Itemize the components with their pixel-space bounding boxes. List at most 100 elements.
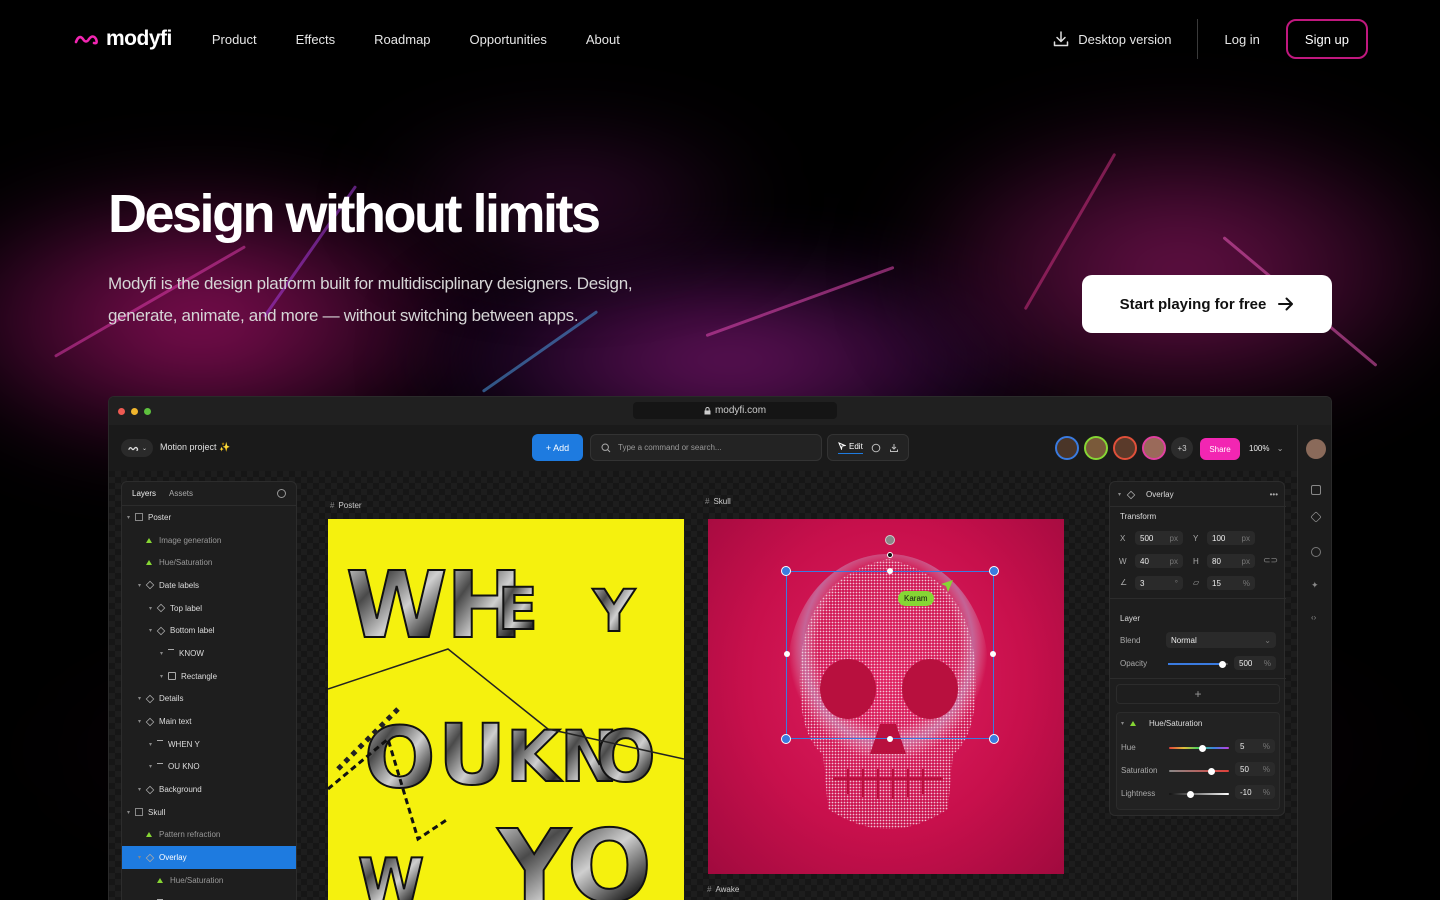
rotation-input[interactable]: 3 °: [1135, 576, 1183, 590]
nav-link-opportunities[interactable]: Opportunities: [470, 32, 547, 47]
layer-row[interactable]: ▾ Top label: [122, 597, 296, 620]
user-avatar[interactable]: [1306, 439, 1326, 459]
caret-icon[interactable]: ▾: [149, 741, 157, 748]
avatar[interactable]: [1055, 436, 1079, 460]
hue-input[interactable]: 5%: [1235, 739, 1275, 753]
minimize-dot[interactable]: [131, 407, 138, 415]
caret-icon[interactable]: ▾: [160, 673, 168, 680]
project-title[interactable]: Motion project ✨: [160, 442, 230, 453]
component-icon[interactable]: [1310, 511, 1322, 523]
login-link[interactable]: Log in: [1224, 32, 1259, 47]
layer-row[interactable]: ▾ Skull: [122, 801, 296, 824]
logo[interactable]: modyfi: [72, 27, 172, 51]
opacity-input[interactable]: 500%: [1234, 656, 1276, 670]
y-input[interactable]: 100 px: [1207, 531, 1255, 545]
export-icon[interactable]: [889, 443, 899, 453]
resize-handle[interactable]: [989, 734, 999, 744]
more-collaborators-badge[interactable]: +3: [1171, 437, 1193, 459]
skull-frame[interactable]: Karam: [708, 519, 1064, 874]
add-effect-button[interactable]: +: [1116, 684, 1280, 704]
avatar[interactable]: [1142, 436, 1166, 460]
comment-icon[interactable]: [871, 443, 881, 453]
height-input[interactable]: 80 px: [1207, 554, 1255, 568]
url-bar[interactable]: modyfi.com: [633, 402, 837, 419]
image-icon[interactable]: [1311, 485, 1321, 495]
caret-icon[interactable]: ▾: [138, 582, 146, 589]
avatar[interactable]: [1113, 436, 1137, 460]
caret-icon[interactable]: ▾: [127, 809, 135, 816]
nav-link-about[interactable]: About: [586, 32, 620, 47]
code-icon[interactable]: ‹›: [1311, 613, 1321, 623]
layer-row[interactable]: ▾ Overlay: [122, 846, 296, 869]
tab-assets[interactable]: Assets: [169, 489, 193, 498]
app-menu-button[interactable]: ⌄: [121, 439, 153, 457]
slider-knob[interactable]: [1198, 744, 1206, 752]
frame-label-awake[interactable]: # Awake: [707, 885, 739, 894]
nav-link-effects[interactable]: Effects: [296, 32, 336, 47]
layer-row[interactable]: Image generation: [122, 529, 296, 552]
tab-layers[interactable]: Layers: [132, 489, 156, 498]
slider-knob[interactable]: [1207, 767, 1215, 775]
edge-handle[interactable]: [887, 568, 893, 574]
hue-slider[interactable]: [1169, 744, 1229, 752]
edge-handle[interactable]: [887, 736, 893, 742]
desktop-version-link[interactable]: Desktop version: [1052, 30, 1171, 48]
poster-frame[interactable]: W H E Y O U K N O YO W: [328, 519, 684, 900]
signup-button[interactable]: Sign up: [1285, 19, 1368, 59]
x-input[interactable]: 500 px: [1135, 531, 1183, 545]
caret-icon[interactable]: ▾: [127, 514, 135, 521]
lightness-slider[interactable]: [1169, 790, 1229, 798]
layer-row[interactable]: ▾ OU KNO: [122, 756, 296, 779]
selection-box[interactable]: [786, 571, 994, 739]
layer-row[interactable]: ▾ Rectangle: [122, 665, 296, 688]
maximize-dot[interactable]: [144, 407, 151, 415]
layer-row[interactable]: ▾ Date labels: [122, 574, 296, 597]
search-icon[interactable]: [277, 489, 286, 498]
slider-knob[interactable]: [1218, 660, 1226, 668]
caret-icon[interactable]: ▾: [160, 650, 168, 657]
skew-input[interactable]: 15%: [1207, 576, 1255, 590]
chevron-down-icon[interactable]: ▾: [1121, 720, 1124, 727]
caret-icon[interactable]: ▾: [149, 763, 157, 770]
layer-row[interactable]: ▾ WHEN Y: [122, 733, 296, 756]
avatar[interactable]: [1084, 436, 1108, 460]
rotate-handle[interactable]: [885, 535, 895, 545]
edge-handle[interactable]: [784, 651, 790, 657]
frame-label-poster[interactable]: # Poster: [330, 501, 362, 510]
opacity-slider[interactable]: [1168, 660, 1228, 668]
edge-handle[interactable]: [990, 651, 996, 657]
nav-link-roadmap[interactable]: Roadmap: [374, 32, 430, 47]
layer-row[interactable]: Pattern refraction: [122, 824, 296, 847]
sparkle-icon[interactable]: ✦: [1311, 580, 1321, 590]
lightness-input[interactable]: -10%: [1235, 785, 1275, 799]
curve-icon[interactable]: [1311, 547, 1321, 557]
chevron-down-icon[interactable]: ▾: [1118, 491, 1121, 498]
frame-label-skull[interactable]: # Skull: [705, 497, 731, 506]
layer-row[interactable]: Hue/Saturation: [122, 869, 296, 892]
edit-mode-button[interactable]: Edit: [838, 442, 863, 454]
layer-row[interactable]: ▾ Bottom label: [122, 619, 296, 642]
link-icon[interactable]: ⊂⊃: [1263, 555, 1278, 566]
layer-row[interactable]: ▾ KNOW: [122, 642, 296, 665]
layer-row[interactable]: ▾ Background: [122, 778, 296, 801]
layer-row[interactable]: Hue/Saturation: [122, 551, 296, 574]
share-button[interactable]: Share: [1200, 438, 1240, 460]
start-playing-button[interactable]: Start playing for free: [1082, 275, 1332, 333]
layer-row[interactable]: ▾Brush: [122, 892, 296, 900]
resize-handle[interactable]: [781, 734, 791, 744]
layer-row[interactable]: ▾ Details: [122, 688, 296, 711]
nav-link-product[interactable]: Product: [212, 32, 257, 47]
command-search-input[interactable]: Type a command or search...: [590, 434, 822, 461]
resize-handle[interactable]: [781, 566, 791, 576]
caret-icon[interactable]: ▾: [149, 605, 157, 612]
resize-handle[interactable]: [989, 566, 999, 576]
layer-row[interactable]: ▾ Main text: [122, 710, 296, 733]
slider-knob[interactable]: [1186, 790, 1194, 798]
width-input[interactable]: 40 px: [1135, 554, 1183, 568]
saturation-input[interactable]: 50%: [1235, 762, 1275, 776]
add-button[interactable]: + Add: [532, 434, 583, 461]
layer-row[interactable]: ▾ Poster: [122, 506, 296, 529]
zoom-control[interactable]: 100% ⌄: [1249, 444, 1283, 453]
anchor-point[interactable]: [887, 552, 893, 558]
more-options-icon[interactable]: •••: [1270, 490, 1278, 499]
